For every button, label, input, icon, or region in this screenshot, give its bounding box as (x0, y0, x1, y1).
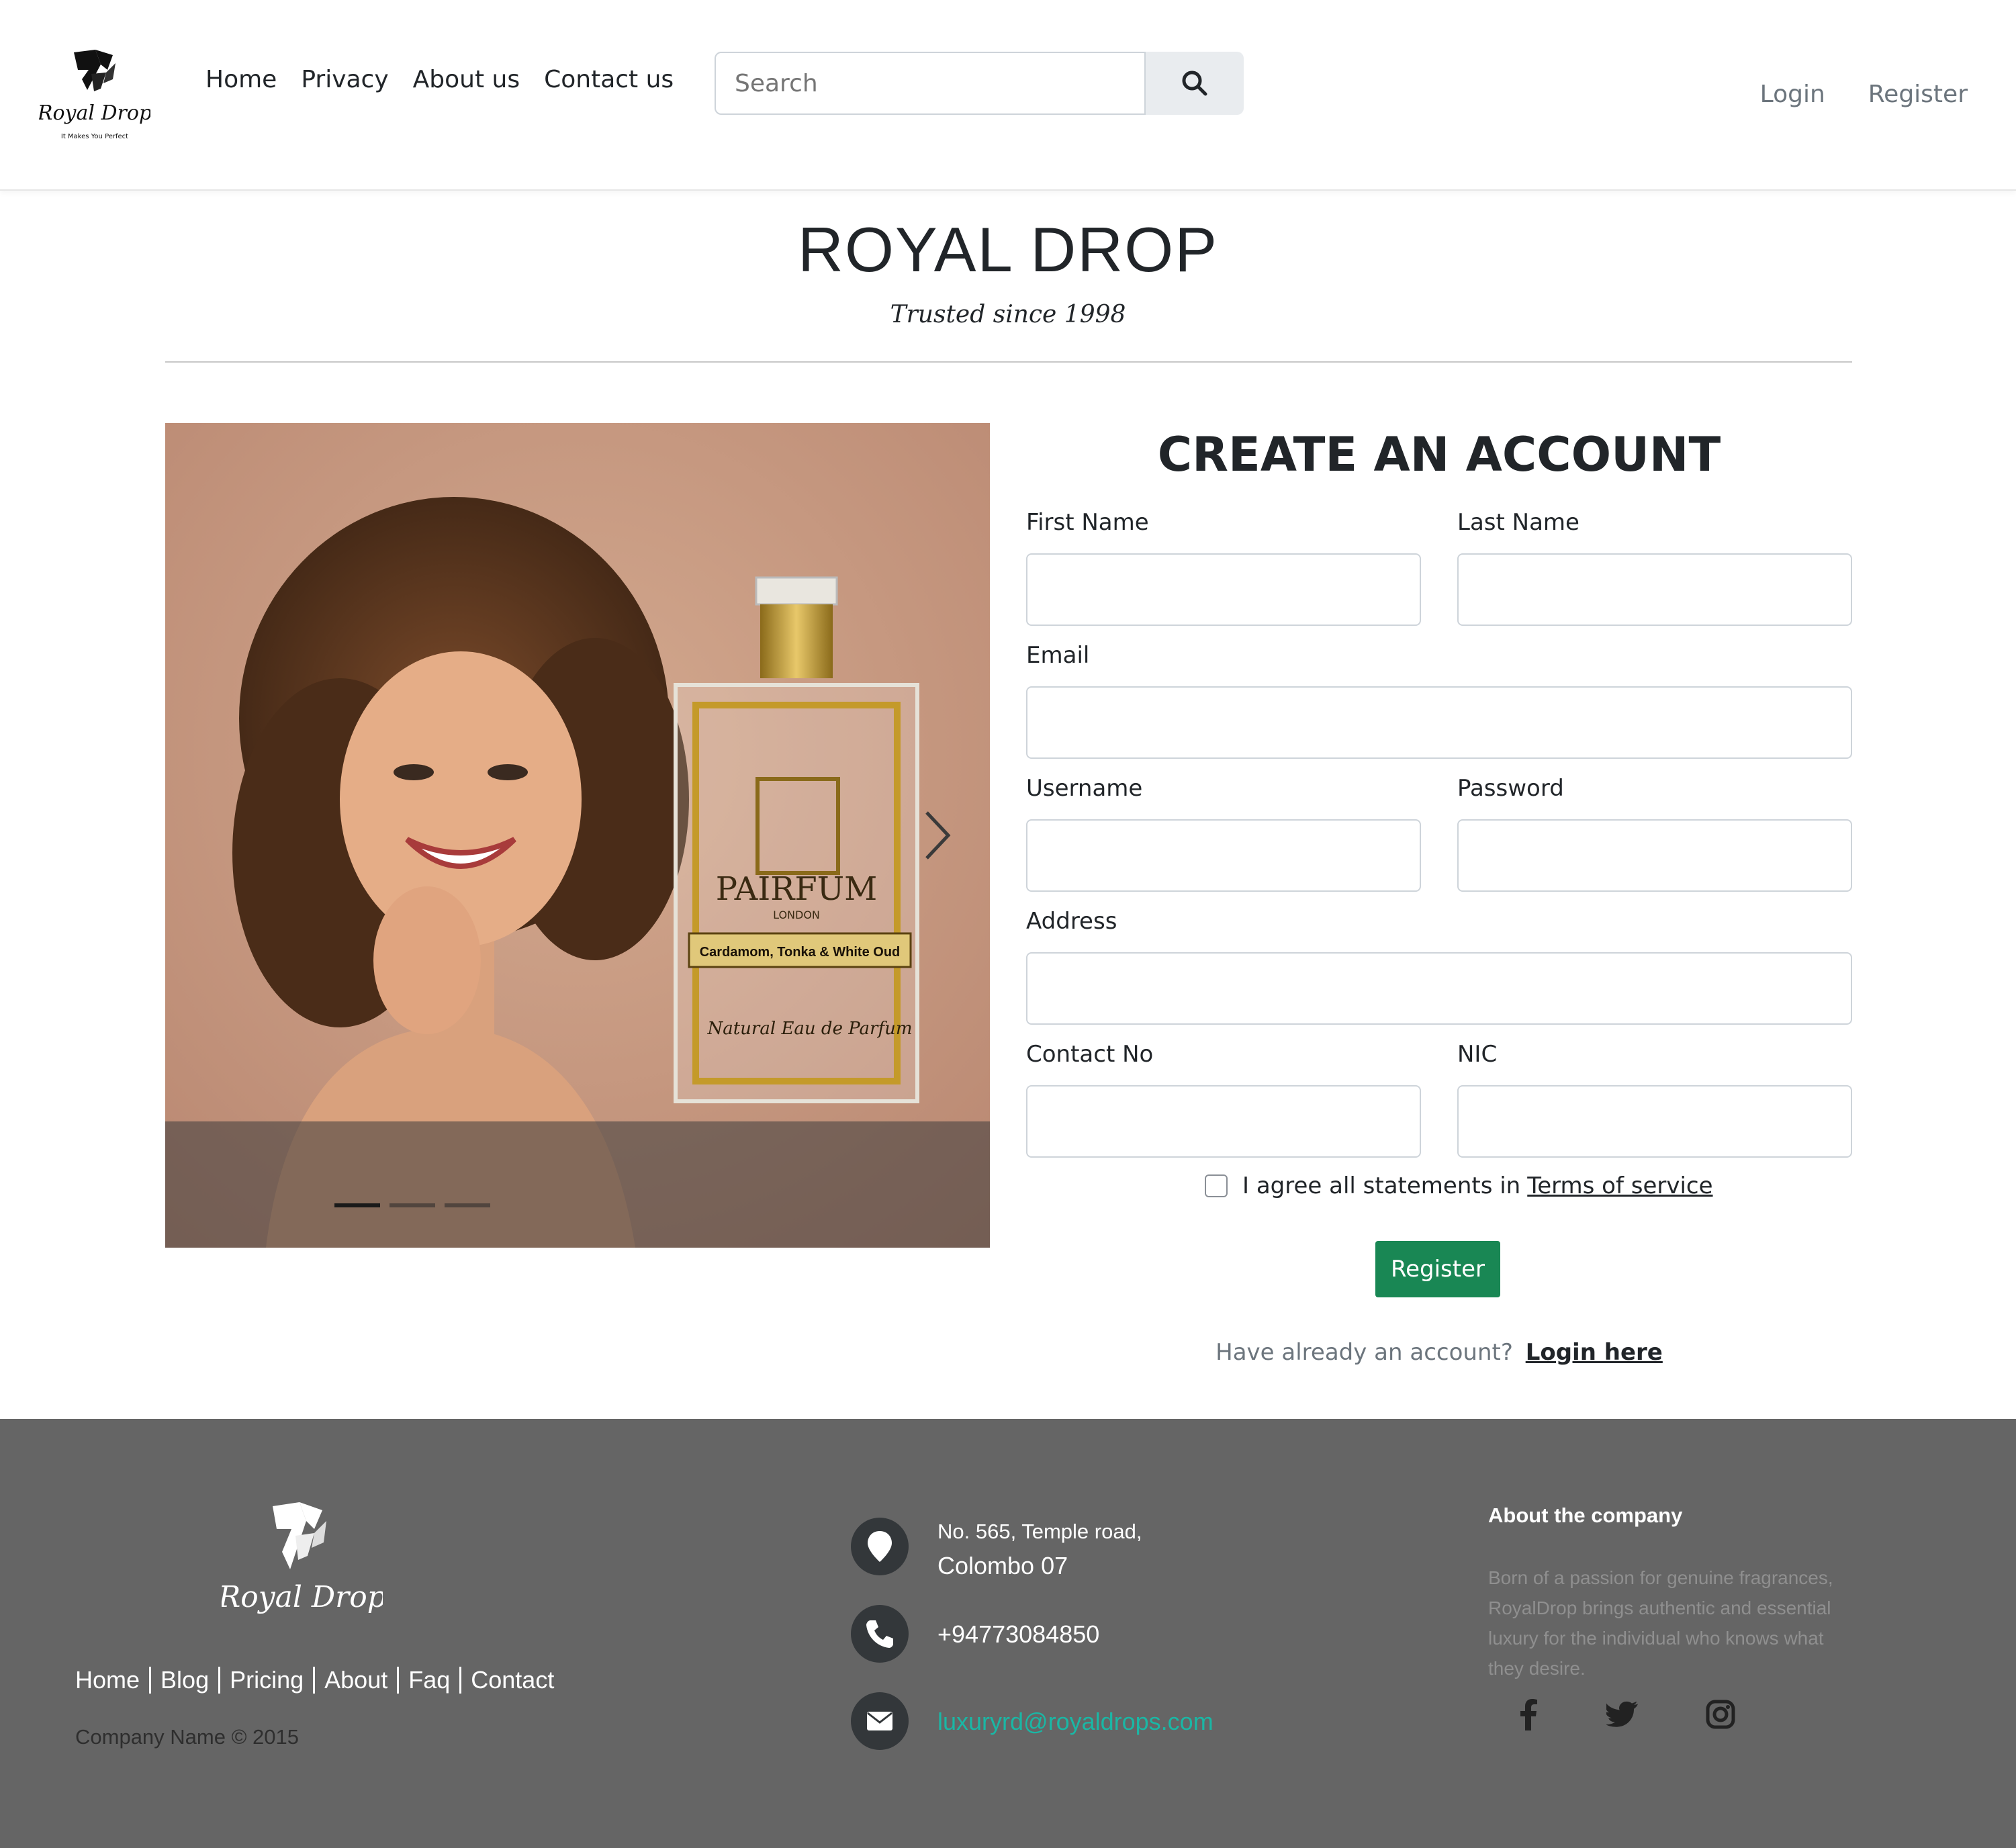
form-title: CREATE AN ACCOUNT (1157, 427, 1721, 482)
image-carousel[interactable]: PAIRFUM LONDON Cardamom, Tonka & White O… (165, 423, 990, 1248)
username-field[interactable] (1026, 819, 1421, 892)
svg-text:Cardamom, Tonka & White Oud: Cardamom, Tonka & White Oud (700, 945, 901, 960)
carousel-indicator-1[interactable] (334, 1203, 380, 1207)
terms-row: I agree all statements in Terms of servi… (1205, 1172, 1713, 1199)
nic-field[interactable] (1457, 1085, 1852, 1158)
svg-text:Royal Drop: Royal Drop (222, 1580, 383, 1614)
brand-logo[interactable]: Royal Drop It Makes You Perfect (37, 47, 152, 148)
first-name-field[interactable] (1026, 553, 1421, 626)
twitter-icon[interactable] (1602, 1694, 1643, 1735)
footer-logo[interactable]: Royal Drop (218, 1499, 386, 1620)
password-field[interactable] (1457, 819, 1852, 892)
separator (459, 1667, 462, 1694)
search-group (715, 52, 1244, 115)
copyright: Company Name © 2015 (75, 1725, 300, 1749)
separator (313, 1667, 316, 1694)
address-label: Address (1026, 908, 1117, 935)
address-field[interactable] (1026, 952, 1852, 1025)
nav-privacy[interactable]: Privacy (301, 66, 388, 93)
svg-text:Natural Eau de Parfum: Natural Eau de Parfum (706, 1019, 912, 1039)
search-button[interactable] (1146, 52, 1244, 115)
separator (149, 1667, 152, 1694)
password-label: Password (1457, 775, 1564, 802)
username-label: Username (1026, 775, 1143, 802)
email-label: Email (1026, 642, 1090, 669)
about-title: About the company (1488, 1504, 1683, 1527)
login-link[interactable]: Login (1760, 81, 1825, 108)
footer-link-contact[interactable]: Contact (471, 1666, 554, 1694)
page-title: ROYAL DROP (798, 214, 1218, 285)
footer-link-blog[interactable]: Blog (161, 1666, 209, 1694)
carousel-indicators (334, 1203, 490, 1207)
footer-link-about[interactable]: About (324, 1666, 387, 1694)
search-input[interactable] (715, 52, 1146, 115)
separator (218, 1667, 221, 1694)
footer-email-link[interactable]: luxuryrd@royaldrops.com (937, 1708, 1213, 1736)
last-name-label: Last Name (1457, 509, 1579, 536)
carousel-indicator-3[interactable] (445, 1203, 490, 1207)
login-prompt-text: Have already an account? (1216, 1339, 1513, 1366)
carousel-indicator-2[interactable] (390, 1203, 435, 1207)
nic-label: NIC (1457, 1041, 1498, 1068)
facebook-icon[interactable] (1508, 1694, 1549, 1735)
logo-mark-icon (273, 1502, 326, 1569)
login-prompt: Have already an account? Login here (1026, 1339, 1852, 1366)
terms-text: I agree all statements in (1242, 1172, 1521, 1199)
logo-mark-icon (74, 50, 116, 91)
page-subtitle: Trusted since 1998 (890, 301, 1126, 328)
login-here-link[interactable]: Login here (1526, 1339, 1663, 1366)
nav-contact-us[interactable]: Contact us (544, 66, 674, 93)
terms-of-service-link[interactable]: Terms of service (1527, 1172, 1712, 1199)
terms-checkbox[interactable] (1205, 1174, 1228, 1197)
address-line-1: No. 565, Temple road, (937, 1520, 1142, 1543)
search-icon (1182, 71, 1207, 96)
map-marker-icon (851, 1518, 909, 1575)
svg-text:Royal Drop: Royal Drop (39, 101, 150, 125)
footer-links: Home Blog Pricing About Faq Contact (75, 1666, 554, 1694)
footer-link-home[interactable]: Home (75, 1666, 140, 1694)
about-text: Born of a passion for genuine fragrances… (1488, 1567, 1833, 1679)
contact-no-field[interactable] (1026, 1085, 1421, 1158)
chevron-right-icon[interactable] (917, 808, 958, 862)
address-line-2: Colombo 07 (937, 1552, 1068, 1579)
nav-about-us[interactable]: About us (413, 66, 520, 93)
first-name-label: First Name (1026, 509, 1149, 536)
register-button[interactable]: Register (1375, 1241, 1500, 1297)
instagram-icon[interactable] (1700, 1694, 1741, 1735)
footer-link-pricing[interactable]: Pricing (230, 1666, 304, 1694)
auth-links: Login Register (1760, 81, 1968, 108)
footer-link-faq[interactable]: Faq (408, 1666, 450, 1694)
nav-home[interactable]: Home (205, 66, 277, 93)
header-divider (165, 361, 1852, 363)
phone-number: +94773084850 (937, 1620, 1100, 1648)
envelope-icon (851, 1692, 909, 1750)
last-name-field[interactable] (1457, 553, 1852, 626)
svg-text:PAIRFUM: PAIRFUM (716, 870, 878, 908)
svg-text:LONDON: LONDON (773, 909, 820, 921)
site-footer: Royal Drop Home Blog Pricing About Faq C… (0, 1419, 2016, 1848)
svg-text:It Makes You Perfect: It Makes You Perfect (61, 133, 128, 140)
main-nav: Home Privacy About us Contact us (205, 66, 698, 93)
separator (397, 1667, 400, 1694)
contact-no-label: Contact No (1026, 1041, 1154, 1068)
register-link[interactable]: Register (1868, 81, 1968, 108)
email-field[interactable] (1026, 686, 1852, 759)
top-navbar: Royal Drop It Makes You Perfect Home Pri… (0, 0, 2016, 191)
phone-icon (851, 1605, 909, 1663)
carousel-caption-overlay (165, 1121, 990, 1248)
